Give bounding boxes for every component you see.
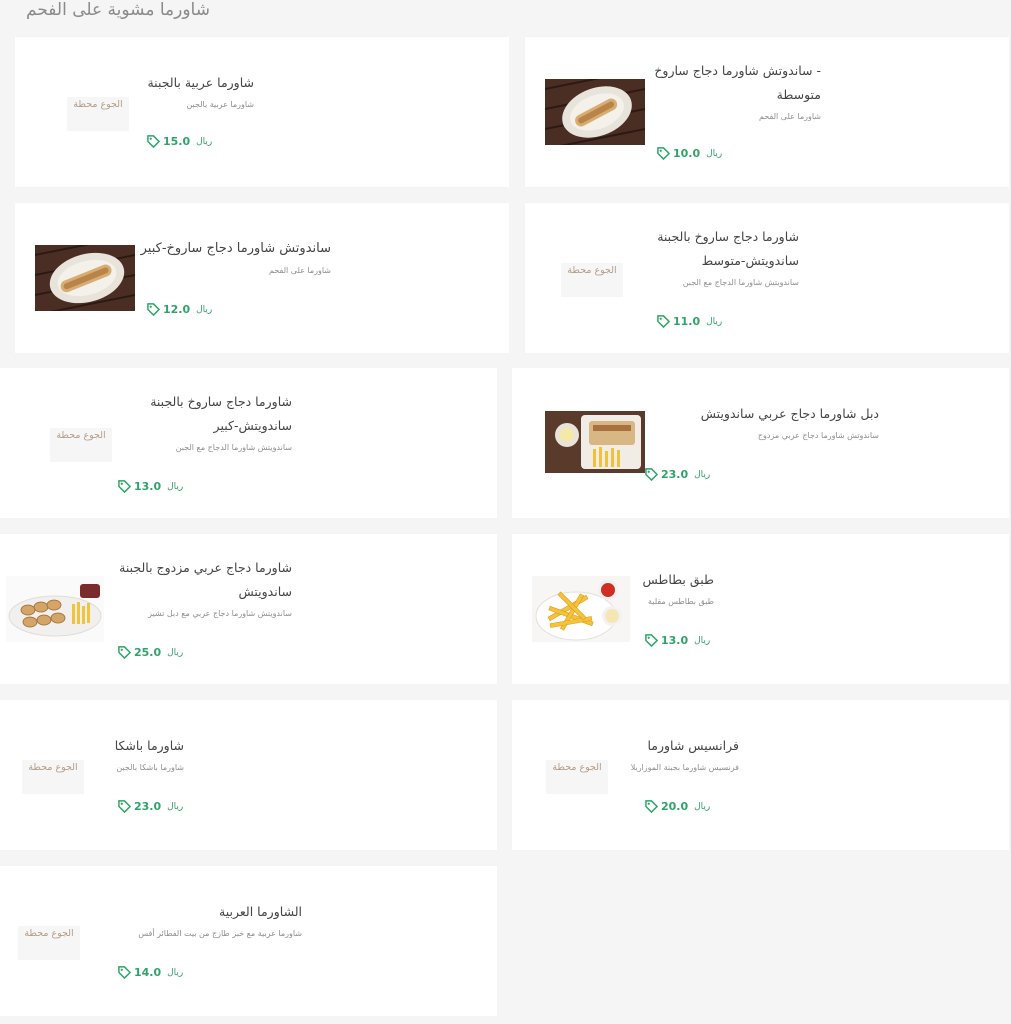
price-currency: ريال [167,481,184,492]
item-price: 12.0 ريال [147,303,213,317]
price-currency: ريال [167,801,184,812]
item-name: طبق بطاطس [642,572,714,587]
item-description: فرنسيس شاورما بجبنة الموزاريلا [630,763,739,772]
price-currency: ريال [167,967,184,978]
item-description: ساندويتش شاورما الدجاج مع الجبن [175,443,292,452]
french-fries-image [532,576,630,642]
item-name: شاورما عربية بالجبنة [147,75,254,90]
price-currency: ريال [694,801,711,812]
menu-item-card[interactable]: شاورما دجاج عربي مزدوج بالجبنة ساندويتش … [0,534,497,684]
image-placeholder: الجوع محطة [22,760,84,794]
item-price: 23.0 ريال [645,468,711,482]
menu-item-card[interactable]: الجوع محطة شاورما دجاج ساروخ بالجبنة سان… [525,203,1009,353]
item-description: شاورما على الفحم [269,266,331,275]
menu-item-card[interactable]: الجوع محطة شاورما باشكا شاورما باشكا بال… [0,700,497,850]
item-name: شاورما دجاج ساروخ بالجبنة ساندويتش-كبير [150,394,292,433]
shawarma-on-tray-image [545,79,645,145]
item-name: ساندوتش شاورما دجاج ساروخ-كبير [140,241,331,256]
price-currency: ريال [706,148,723,159]
price-value: 13.0 [134,480,162,493]
shawarma-meal-box-image [545,411,645,473]
item-description: ساندويتش شاورما الدجاج مع الجبن [682,278,799,287]
price-value: 15.0 [163,135,191,148]
price-tag-icon [657,315,671,329]
price-tag-icon [645,468,659,482]
item-name: شاورما دجاج ساروخ بالجبنة ساندويتش-متوسط [657,229,799,268]
item-name: شاورما دجاج عربي مزدوج بالجبنة ساندويتش [119,560,292,599]
section-title: شاورما مشوية على الفحم [26,0,210,20]
menu-item-card[interactable]: ساندوتش شاورما دجاج ساروخ-كبير شاورما عل… [15,203,509,353]
menu-item-card[interactable]: طبق بطاطس طبق بطاطس مقلية 13.0 ريال [512,534,1009,684]
price-tag-icon [118,480,132,494]
image-placeholder: الجوع محطة [561,263,623,297]
price-tag-icon [645,800,659,814]
item-price: 13.0 ريال [118,480,184,494]
image-placeholder: الجوع محطة [546,760,608,794]
price-value: 25.0 [134,646,162,659]
price-tag-icon [118,800,132,814]
price-value: 23.0 [134,800,162,813]
price-tag-icon [118,966,132,980]
item-price: 15.0 ريال [147,135,213,149]
price-value: 11.0 [673,315,701,328]
item-price: 25.0 ريال [118,646,184,660]
price-tag-icon [147,135,161,149]
item-name: - ساندوتش شاورما دجاج ساروخ متوسطة [654,63,821,102]
item-description: شاورما على الفحم [759,112,821,121]
price-currency: ريال [706,316,723,327]
price-tag-icon [645,634,659,648]
item-price: 11.0 ريال [657,315,723,329]
price-tag-icon [118,646,132,660]
price-currency: ريال [196,136,213,147]
item-description: ساندويتش شاورما دجاج عربي مع دبل تشيز [148,609,292,618]
image-placeholder: الجوع محطة [18,926,80,960]
item-name: فرانسيس شاورما [647,738,739,753]
item-description: شاورما عربية مع خبز طازج من بيت الفطائر … [138,929,302,938]
menu-item-card[interactable]: الجوع محطة شاورما دجاج ساروخ بالجبنة سان… [0,368,497,518]
item-description: شاورما باشكا بالجبن [116,763,184,772]
price-value: 20.0 [661,800,689,813]
item-name: الشاورما العربية [219,904,302,919]
shawarma-platter-image [6,576,104,642]
item-price: 13.0 ريال [645,634,711,648]
menu-item-card[interactable]: - ساندوتش شاورما دجاج ساروخ متوسطة شاورم… [525,37,1009,187]
price-value: 23.0 [661,468,689,481]
price-value: 12.0 [163,303,191,316]
item-description: ساندوتش شاورما دجاج عربي مزدوج [757,431,879,440]
price-value: 10.0 [673,147,701,160]
image-placeholder: الجوع محطة [50,428,112,462]
menu-item-card[interactable]: الجوع محطة الشاورما العربية شاورما عربية… [0,866,497,1016]
item-name: دبل شاورما دجاج عربي ساندويتش [700,406,879,421]
item-name: شاورما باشكا [114,738,184,753]
item-description: شاورما عربية بالجبن [186,100,254,109]
item-price: 20.0 ريال [645,800,711,814]
shawarma-on-tray-image [35,245,135,311]
price-value: 13.0 [661,634,689,647]
price-value: 14.0 [134,966,162,979]
menu-item-card[interactable]: دبل شاورما دجاج عربي ساندويتش ساندوتش شا… [512,368,1009,518]
item-price: 23.0 ريال [118,800,184,814]
price-tag-icon [147,303,161,317]
menu-item-card[interactable]: الجوع محطة فرانسيس شاورما فرنسيس شاورما … [512,700,1009,850]
image-placeholder: الجوع محطة [67,97,129,131]
price-currency: ريال [694,469,711,480]
price-currency: ريال [167,647,184,658]
price-currency: ريال [196,304,213,315]
price-tag-icon [657,147,671,161]
item-price: 14.0 ريال [118,966,184,980]
item-description: طبق بطاطس مقلية [647,597,714,606]
item-price: 10.0 ريال [657,147,723,161]
menu-item-card[interactable]: الجوع محطة شاورما عربية بالجبنة شاورما ع… [15,37,509,187]
price-currency: ريال [694,635,711,646]
